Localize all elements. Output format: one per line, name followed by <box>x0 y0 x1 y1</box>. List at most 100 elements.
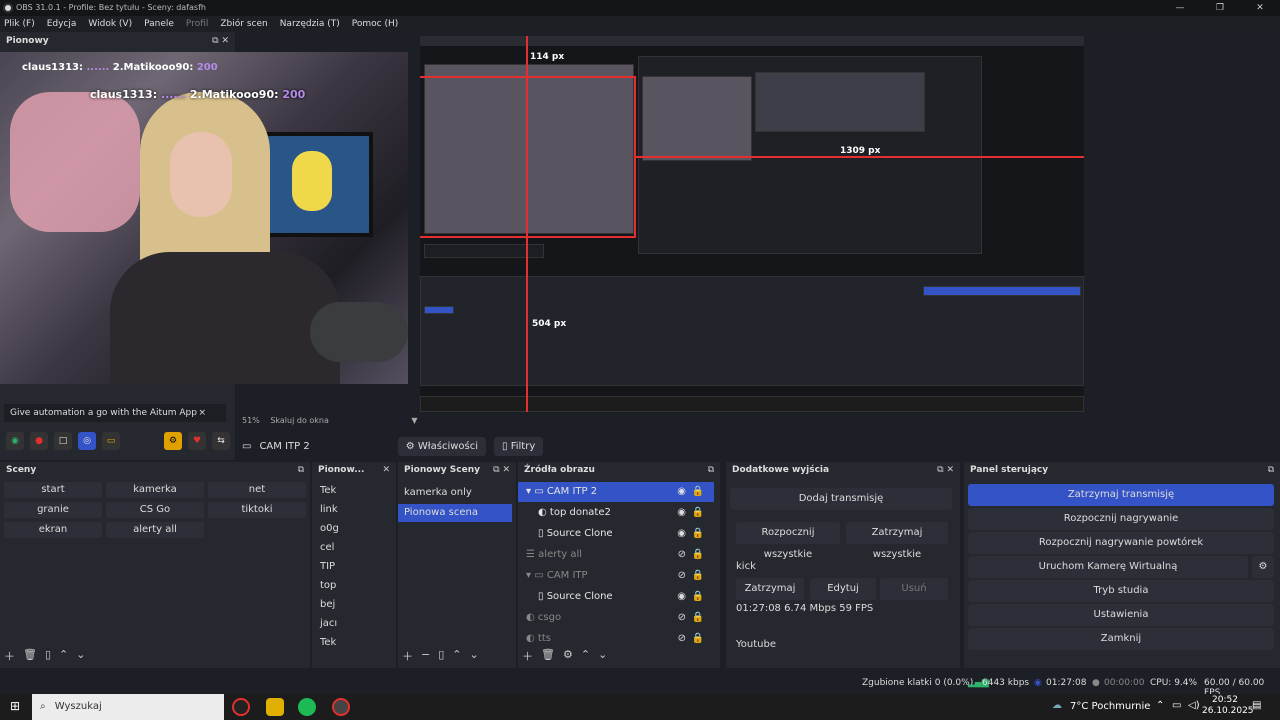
vertical-scene-item[interactable]: kamerka only <box>398 484 512 502</box>
scene-net[interactable]: net <box>208 482 306 498</box>
scale-dropdown-icon[interactable]: ▼ <box>411 416 417 425</box>
scene-kamerka[interactable]: kamerka <box>106 482 204 498</box>
source-item-top-donate2[interactable]: ◐ top donate2 ◉ 🔒 <box>518 503 714 523</box>
vertical-preview[interactable]: claus1313: ...... 2.Matikooo90: 200 clau… <box>0 52 408 384</box>
start-virtualcam-button[interactable]: Uruchom Kamerę Wirtualną <box>968 556 1248 578</box>
scene-tiktoki[interactable]: tiktoki <box>208 502 306 518</box>
stream-icon[interactable]: ◉ <box>6 432 24 450</box>
scene-ekran[interactable]: ekran <box>4 522 102 538</box>
close-icon[interactable]: ✕ <box>221 36 229 46</box>
menu-scene-collection[interactable]: Zbiór scen <box>220 19 267 29</box>
remove-icon[interactable]: 🗑 <box>23 648 37 664</box>
move-down-icon[interactable]: ⌄ <box>76 648 85 664</box>
volume-icon[interactable]: ◁) <box>1188 700 1200 711</box>
list-item[interactable]: Tek <box>320 634 336 652</box>
close-icon[interactable]: ✕ <box>382 465 390 475</box>
add-icon[interactable]: ＋ <box>4 648 15 664</box>
scene-alerty-all[interactable]: alerty all <box>106 522 204 538</box>
clip-icon[interactable]: ▭ <box>102 432 120 450</box>
tray-chevron-icon[interactable]: ⌃ <box>1156 700 1164 711</box>
undock-icon[interactable]: ⧉ <box>708 465 714 475</box>
studio-mode-button[interactable]: Tryb studia <box>968 580 1274 602</box>
source-item-source-clone-2[interactable]: ▯ Source Clone ◉ 🔒 <box>518 587 714 607</box>
list-item[interactable]: cel <box>320 539 334 557</box>
source-item-alerty-all[interactable]: ☰ alerty all ⊘ 🔒 <box>518 545 714 565</box>
add-stream-button[interactable]: Dodaj transmisję <box>730 488 952 510</box>
record-icon[interactable]: ● <box>30 432 48 450</box>
scene-granie[interactable]: granie <box>4 502 102 518</box>
obs-second-icon[interactable] <box>332 698 350 716</box>
start-recording-button[interactable]: Rozpocznij nagrywanie <box>968 508 1274 530</box>
list-item[interactable]: top <box>320 577 336 595</box>
list-item[interactable]: o0g <box>320 520 339 538</box>
banner-close-icon[interactable]: × <box>198 404 206 422</box>
kick-remove-button[interactable]: Usuń <box>880 578 948 600</box>
file-explorer-icon[interactable] <box>266 698 284 716</box>
scene-csgo[interactable]: CS Go <box>106 502 204 518</box>
menu-help[interactable]: Pomoc (H) <box>352 19 399 29</box>
weather[interactable]: 7°C Pochmurnie <box>1070 701 1150 712</box>
source-item-cam-itp[interactable]: ▾ ▭ CAM ITP ⊘ 🔒 <box>518 566 714 586</box>
list-item[interactable]: link <box>320 501 338 519</box>
filter-icon[interactable]: ▯ <box>45 648 51 664</box>
close-icon[interactable]: ✕ <box>502 465 510 475</box>
network-icon[interactable]: ▭ <box>1172 700 1181 711</box>
notification-icon[interactable]: ▤ <box>1252 700 1261 711</box>
menu-view[interactable]: Widok (V) <box>88 19 132 29</box>
kick-edit-button[interactable]: Edytuj <box>810 578 876 600</box>
main-preview[interactable]: 114 px 1309 px 504 px <box>420 36 1084 412</box>
menu-tools[interactable]: Narzędzia (T) <box>280 19 340 29</box>
obs-taskbar-icon[interactable] <box>232 698 250 716</box>
maximize-icon[interactable]: ❐ <box>1200 0 1240 16</box>
backtrack-icon[interactable]: □ <box>54 432 72 450</box>
source-item-tts[interactable]: ◐ tts ⊘ 🔒 <box>518 629 714 649</box>
source-item-csgo[interactable]: ◐ csgo ⊘ 🔒 <box>518 608 714 628</box>
menu-profile[interactable]: Profil <box>186 19 208 29</box>
clock-time[interactable]: 20:52 <box>1212 695 1238 705</box>
spotify-icon[interactable] <box>298 698 316 716</box>
move-up-icon[interactable]: ⌃ <box>581 648 590 664</box>
move-down-icon[interactable]: ⌄ <box>598 648 607 664</box>
start-replay-button[interactable]: Rozpocznij nagrywanie powtórek <box>968 532 1274 554</box>
undock-icon[interactable]: ⧉ <box>493 465 499 475</box>
list-item[interactable]: Tek <box>320 482 336 500</box>
scene-start[interactable]: start <box>4 482 102 498</box>
move-up-icon[interactable]: ⌃ <box>452 648 461 664</box>
settings-button[interactable]: Ustawienia <box>968 604 1274 626</box>
taskbar-search[interactable]: ⌕ Wyszukaj <box>32 694 224 720</box>
add-icon[interactable]: ＋ <box>522 648 533 664</box>
menu-edit[interactable]: Edycja <box>47 19 77 29</box>
undock-icon[interactable]: ⧉ <box>937 465 943 475</box>
properties-button[interactable]: ⚙ Właściwości <box>397 436 487 456</box>
exit-button[interactable]: Zamknij <box>968 628 1274 650</box>
scale-mode[interactable]: Skaluj do okna <box>270 416 329 425</box>
stop-all-button[interactable]: Zatrzymaj wszystkie <box>846 522 948 560</box>
undock-icon[interactable]: ⧉ <box>1268 465 1274 475</box>
remove-icon[interactable]: 🗑 <box>541 648 555 664</box>
heart-icon[interactable]: ♥ <box>188 432 206 450</box>
list-item[interactable]: TIP <box>320 558 335 576</box>
clock-date[interactable]: 26.10.2025 <box>1202 706 1254 716</box>
virtualcam-settings-icon[interactable]: ⚙ <box>1252 556 1274 578</box>
undock-icon[interactable]: ⧉ <box>212 36 218 46</box>
menu-file[interactable]: Plik (F) <box>4 19 35 29</box>
menu-docks[interactable]: Panele <box>144 19 174 29</box>
filters-button[interactable]: ▯ Filtry <box>494 436 544 456</box>
move-up-icon[interactable]: ⌃ <box>59 648 68 664</box>
minimize-icon[interactable]: — <box>1160 0 1200 16</box>
undock-icon[interactable]: ⧉ <box>298 465 304 475</box>
list-item[interactable]: jacı <box>320 615 337 633</box>
source-item-cam-itp-2[interactable]: ▾ ▭ CAM ITP 2 ◉ 🔒 <box>518 482 714 502</box>
move-down-icon[interactable]: ⌄ <box>470 648 479 664</box>
stop-stream-button[interactable]: Zatrzymaj transmisję <box>968 484 1274 506</box>
filter-icon[interactable]: ▯ <box>438 648 444 664</box>
zoom-level[interactable]: 51% <box>242 416 260 425</box>
add-icon[interactable]: ＋ <box>402 648 413 664</box>
close-icon[interactable]: ✕ <box>1240 0 1280 16</box>
list-item[interactable]: bej <box>320 596 335 614</box>
source-item-source-clone[interactable]: ▯ Source Clone ◉ 🔒 <box>518 524 714 544</box>
vertical-scene-item-selected[interactable]: Pionowa scena <box>398 504 512 522</box>
virtualcam-icon[interactable]: ◎ <box>78 432 96 450</box>
kick-stop-button[interactable]: Zatrzymaj <box>736 578 804 600</box>
remove-icon[interactable]: − <box>421 648 430 664</box>
